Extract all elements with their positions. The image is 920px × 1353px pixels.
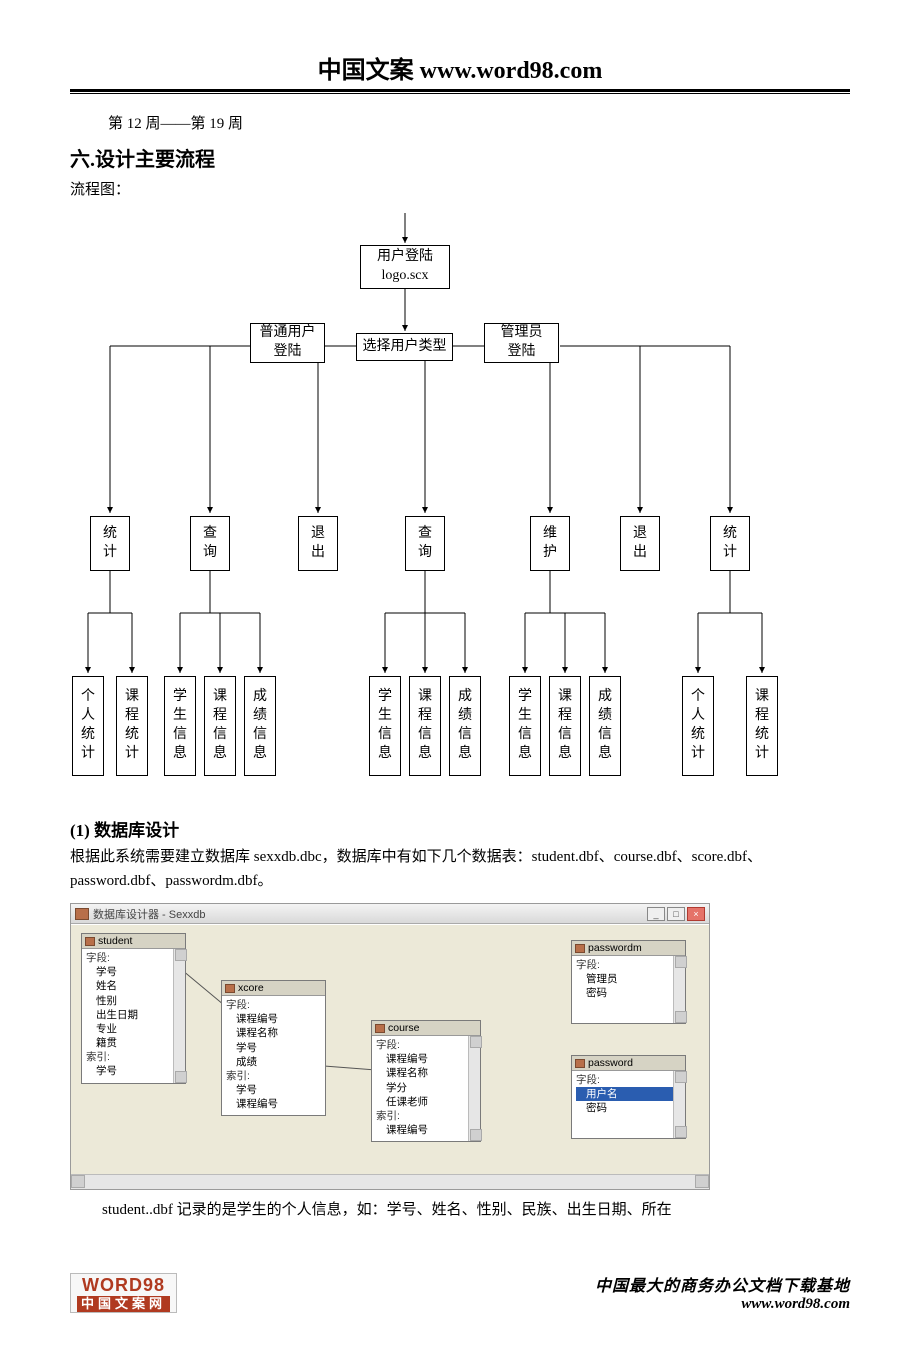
index-label: 索引: [376,1109,476,1123]
flow-r3-12: 课 程 统 计 [746,676,778,776]
table-icon [225,984,235,993]
field[interactable]: 课程名称 [376,1066,476,1080]
field[interactable]: 性别 [86,994,181,1008]
field[interactable]: 任课老师 [376,1095,476,1109]
field[interactable]: 课程名称 [226,1026,321,1040]
field[interactable]: 出生日期 [86,1008,181,1022]
db-window-icon [75,908,89,920]
footer-brand-sub: 中国文案网 [77,1296,170,1312]
table-icon [375,1024,385,1033]
flowchart: 用户登陆 logo.scx 普通用户 登陆 管理员 登陆 选择用户类型 统 计 … [70,213,850,798]
scrollbar-icon[interactable] [673,956,685,1023]
table-icon [575,944,585,953]
flow-normal-user: 普通用户 登陆 [250,323,325,363]
field[interactable]: 用户名 [576,1087,681,1101]
flow-admin-user: 管理员 登陆 [484,323,559,363]
flow-r3-11: 个 人 统 计 [682,676,714,776]
footer-url: www.word98.com [595,1296,850,1313]
field[interactable]: 学号 [86,965,181,979]
flow-select-type: 选择用户类型 [356,333,453,361]
page-header: 中国文案 www.word98.com [70,50,850,89]
table-student[interactable]: student 字段: 学号 姓名 性别 出生日期 专业 籍贯 索引: 学号 [81,933,186,1084]
section-6-title: 六.设计主要流程 [70,143,850,172]
minimize-button[interactable]: _ [647,907,665,921]
scrollbar-icon[interactable] [673,1071,685,1138]
flow-r3-0: 个 人 统 计 [72,676,104,776]
flow-r3-1: 课 程 统 计 [116,676,148,776]
index-field[interactable]: 学号 [86,1064,181,1078]
footer-brand: WORD98 [77,1276,170,1295]
fields-label: 字段: [576,1073,681,1087]
flow-r2-1: 查 询 [190,516,230,571]
flow-r3-5: 学 生 信 息 [369,676,401,776]
flow-r2-6: 统 计 [710,516,750,571]
table-passwordm[interactable]: passwordm 字段: 管理员 密码 [571,940,686,1024]
header-rule [70,89,850,94]
flow-r2-5: 退 出 [620,516,660,571]
db-window-title: 数据库设计器 - Sexxdb [93,906,205,922]
close-button[interactable]: × [687,907,705,921]
table-name: password [588,1057,633,1069]
db-designer-window: 数据库设计器 - Sexxdb _ □ × student 字段: 学号 姓名 … [70,903,710,1190]
flow-r2-4: 维 护 [530,516,570,571]
table-name: student [98,935,132,947]
page-footer: WORD98 中国文案网 中国最大的商务办公文档下载基地 www.word98.… [70,1272,850,1313]
table-password[interactable]: password 字段: 用户名 密码 [571,1055,686,1139]
table-icon [575,1059,585,1068]
table-name: course [388,1022,420,1034]
field[interactable]: 学分 [376,1081,476,1095]
field[interactable]: 密码 [576,986,681,1000]
index-label: 索引: [226,1069,321,1083]
index-field[interactable]: 学号 [226,1083,321,1097]
field[interactable]: 课程编号 [376,1052,476,1066]
footer-logo: WORD98 中国文案网 [70,1273,177,1313]
fields-label: 字段: [576,958,681,972]
flow-r3-9: 课 程 信 息 [549,676,581,776]
table-name: passwordm [588,942,642,954]
field[interactable]: 专业 [86,1022,181,1036]
index-label: 索引: [86,1050,181,1064]
field[interactable]: 密码 [576,1101,681,1115]
field[interactable]: 成绩 [226,1055,321,1069]
flow-r2-2: 退 出 [298,516,338,571]
field[interactable]: 学号 [226,1041,321,1055]
index-field[interactable]: 课程编号 [376,1123,476,1137]
flow-r3-6: 课 程 信 息 [409,676,441,776]
student-desc-text: student..dbf 记录的是学生的个人信息，如：学号、姓名、性别、民族、出… [102,1198,850,1222]
flow-r3-4: 成 绩 信 息 [244,676,276,776]
flow-login: 用户登陆 logo.scx [360,245,450,289]
db-section-para: 根据此系统需要建立数据库 sexxdb.dbc，数据库中有如下几个数据表：stu… [70,845,850,893]
table-icon [85,937,95,946]
flow-r3-2: 学 生 信 息 [164,676,196,776]
scroll-left-button[interactable] [71,1175,85,1188]
horizontal-scrollbar[interactable] [71,1174,709,1189]
field[interactable]: 姓名 [86,979,181,993]
footer-tagline: 中国最大的商务办公文档下载基地 [595,1272,850,1296]
db-section-title: (1) 数据库设计 [70,816,850,841]
fields-label: 字段: [86,951,181,965]
fields-label: 字段: [226,998,321,1012]
scrollbar-icon[interactable] [173,949,185,1083]
scrollbar-icon[interactable] [468,1036,480,1141]
db-canvas[interactable]: student 字段: 学号 姓名 性别 出生日期 专业 籍贯 索引: 学号 x… [71,924,709,1174]
fields-label: 字段: [376,1038,476,1052]
maximize-button[interactable]: □ [667,907,685,921]
flow-r3-3: 课 程 信 息 [204,676,236,776]
flow-r3-8: 学 生 信 息 [509,676,541,776]
flowchart-label: 流程图： [70,178,850,199]
table-name: xcore [238,982,264,994]
flow-r3-10: 成 绩 信 息 [589,676,621,776]
flow-r3-7: 成 绩 信 息 [449,676,481,776]
scroll-right-button[interactable] [695,1175,709,1188]
flow-r2-0: 统 计 [90,516,130,571]
db-titlebar[interactable]: 数据库设计器 - Sexxdb _ □ × [71,904,709,924]
index-field[interactable]: 课程编号 [226,1097,321,1111]
field[interactable]: 管理员 [576,972,681,986]
table-xcore[interactable]: xcore 字段: 课程编号 课程名称 学号 成绩 索引: 学号 课程编号 [221,980,326,1116]
flow-r2-3: 查 询 [405,516,445,571]
field[interactable]: 课程编号 [226,1012,321,1026]
table-course[interactable]: course 字段: 课程编号 课程名称 学分 任课老师 索引: 课程编号 [371,1020,481,1142]
field[interactable]: 籍贯 [86,1036,181,1050]
week-range: 第 12 周——第 19 周 [108,112,850,133]
